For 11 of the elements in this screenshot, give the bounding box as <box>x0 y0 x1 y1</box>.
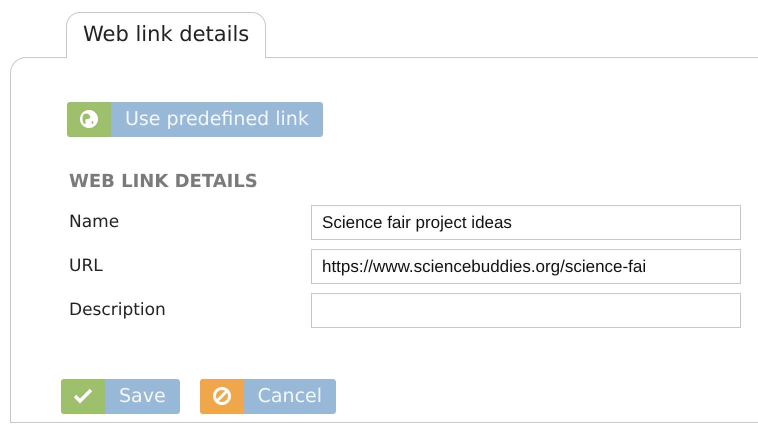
globe-icon <box>79 109 99 129</box>
input-field[interactable]: https://www.sciencebuddies.org/science-fai <box>311 249 741 284</box>
cancel-icon <box>212 386 232 406</box>
input-field[interactable] <box>311 293 741 328</box>
input-field[interactable]: Science fair project ideas <box>311 205 741 240</box>
field-label: Description <box>68 298 167 322</box>
field-label: Name <box>68 210 120 234</box>
field-label: URL <box>68 254 104 278</box>
section-heading: WEB LINK DETAILS <box>69 170 259 194</box>
tab[interactable]: Web link details <box>66 12 266 58</box>
check-icon <box>73 386 93 406</box>
